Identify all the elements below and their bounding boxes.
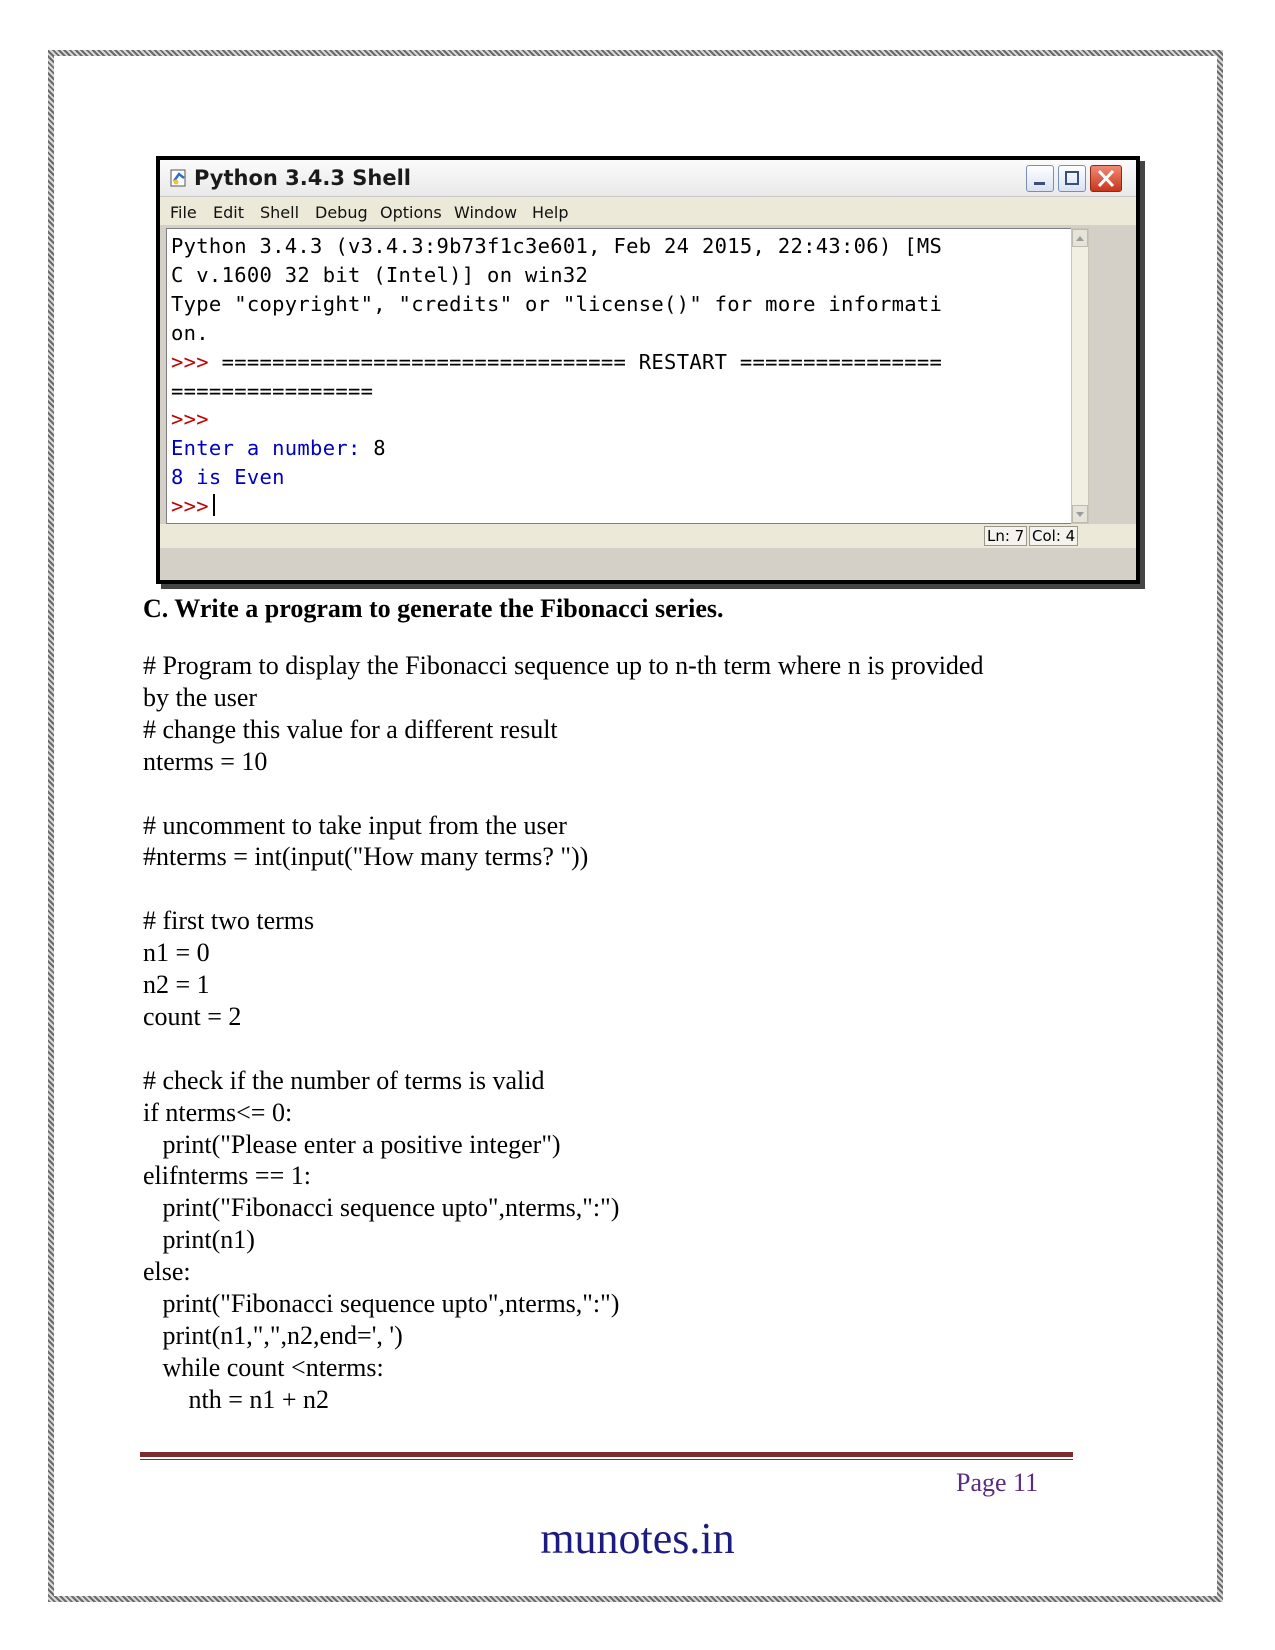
code-line: # change this value for a different resu… xyxy=(143,714,558,744)
shell-output-area[interactable]: Python 3.4.3 (v3.4.3:9b73f1c3e601, Feb 2… xyxy=(166,228,1071,524)
code-line: elifnterms == 1: xyxy=(143,1161,311,1191)
python-file-icon xyxy=(170,169,186,187)
shell-prompt: >>> xyxy=(171,494,209,518)
menu-window[interactable]: Window xyxy=(454,203,517,222)
output-line: 8 is Even xyxy=(171,465,285,489)
code-line: nth = n1 + n2 xyxy=(143,1384,330,1414)
restart-text: ================================ RESTART… xyxy=(208,350,943,374)
menu-options[interactable]: Options xyxy=(380,203,442,222)
line-indicator: Ln: 7 xyxy=(984,526,1028,546)
banner-line: on. xyxy=(171,321,209,345)
code-line: nterms = 10 xyxy=(143,746,268,776)
code-line: #nterms = int(input("How many terms? ")) xyxy=(143,842,589,872)
menu-edit[interactable]: Edit xyxy=(213,203,244,222)
code-line: while count <nterms: xyxy=(143,1352,384,1382)
code-line: if nterms<= 0: xyxy=(143,1097,293,1127)
footer-rule-thin xyxy=(140,1459,1073,1460)
scroll-up-arrow-icon[interactable] xyxy=(1072,229,1088,247)
vertical-scrollbar[interactable] xyxy=(1071,228,1089,524)
footer-rule xyxy=(140,1452,1073,1457)
restart-line: >>> ================================ RES… xyxy=(171,350,942,379)
maximize-icon xyxy=(1065,171,1079,185)
code-line: # first two terms xyxy=(143,906,315,936)
shell-prompt: >>> xyxy=(171,350,209,374)
banner-line: Python 3.4.3 (v3.4.3:9b73f1c3e601, Feb 2… xyxy=(171,234,943,258)
site-name: munotes.in xyxy=(540,1514,735,1563)
idle-window: Python 3.4.3 Shell File Edit Shell Debug… xyxy=(156,156,1140,584)
minimize-button[interactable] xyxy=(1026,165,1054,192)
code-line: print(n1) xyxy=(143,1225,255,1255)
section-heading: C. Write a program to generate the Fibon… xyxy=(143,594,724,623)
code-line: by the user xyxy=(143,682,258,712)
minimize-icon xyxy=(1034,182,1045,185)
code-line: n1 = 0 xyxy=(143,938,210,968)
title-bar[interactable]: Python 3.4.3 Shell xyxy=(160,160,1136,197)
maximize-button[interactable] xyxy=(1058,165,1086,192)
page-number: Page 11 xyxy=(956,1468,1039,1497)
code-line: print("Fibonacci sequence upto",nterms,"… xyxy=(143,1289,620,1318)
menu-help[interactable]: Help xyxy=(532,203,568,222)
code-line: print(n1,",",n2,end=', ') xyxy=(143,1320,403,1350)
banner-line: C v.1600 32 bit (Intel)] on win32 xyxy=(171,263,589,287)
close-icon xyxy=(1097,169,1115,188)
column-indicator: Col: 4 xyxy=(1029,526,1079,546)
status-bar: Ln: 7 Col: 4 xyxy=(160,524,1136,548)
code-line: count = 2 xyxy=(143,1001,242,1031)
code-line: # Program to display the Fibonacci seque… xyxy=(143,651,984,680)
window-title: Python 3.4.3 Shell xyxy=(194,166,411,190)
code-line: # uncomment to take input from the user xyxy=(143,810,567,840)
text-cursor xyxy=(212,494,215,516)
menu-debug[interactable]: Debug xyxy=(315,203,368,222)
shell-prompt: >>> xyxy=(171,407,209,431)
code-line: else: xyxy=(143,1257,191,1287)
menu-shell[interactable]: Shell xyxy=(260,203,299,222)
prompt-line: >>> xyxy=(171,407,209,436)
input-line: Enter a number: 8 xyxy=(171,436,386,465)
menu-bar: File Edit Shell Debug Options Window Hel… xyxy=(160,197,1136,225)
scroll-down-arrow-icon[interactable] xyxy=(1072,505,1088,523)
input-value: 8 xyxy=(373,436,386,460)
code-line: n2 = 1 xyxy=(143,970,210,999)
menu-file[interactable]: File xyxy=(170,203,197,222)
restart-continuation: ================ xyxy=(171,379,374,403)
code-line: print("Fibonacci sequence upto",nterms,"… xyxy=(143,1193,620,1223)
banner-line: Type "copyright", "credits" or "license(… xyxy=(171,292,943,316)
code-line: print("Please enter a positive integer") xyxy=(143,1129,561,1159)
active-prompt-line[interactable]: >>> xyxy=(171,494,215,523)
close-button[interactable] xyxy=(1090,165,1122,192)
input-label: Enter a number: xyxy=(171,436,374,460)
code-line: # check if the number of terms is valid xyxy=(143,1065,545,1095)
